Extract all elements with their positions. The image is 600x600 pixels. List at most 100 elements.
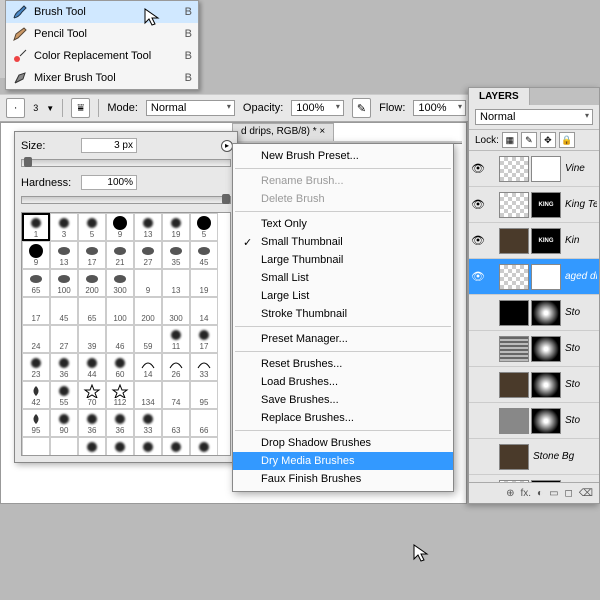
- brush-thumb[interactable]: 33: [190, 353, 218, 381]
- layer-row[interactable]: Stone Bg: [469, 439, 599, 475]
- brush-panel-toggle-icon[interactable]: ⩸: [71, 98, 90, 118]
- brush-thumb[interactable]: 134: [134, 381, 162, 409]
- brush-thumb[interactable]: 63: [162, 409, 190, 437]
- menu-item[interactable]: Faux Finish Brushes: [233, 470, 453, 488]
- brush-thumb[interactable]: 33: [134, 409, 162, 437]
- tablet-pressure-opacity-icon[interactable]: ✎: [352, 98, 371, 118]
- brush-thumb[interactable]: 90: [50, 409, 78, 437]
- brush-thumb[interactable]: 42: [22, 381, 50, 409]
- visibility-icon[interactable]: 👁: [471, 234, 485, 247]
- brush-thumb[interactable]: 45: [190, 241, 218, 269]
- brush-size-input[interactable]: 3 px: [81, 138, 137, 153]
- tool-item-pencil[interactable]: Pencil ToolB: [6, 23, 198, 45]
- brush-thumb[interactable]: 5: [78, 213, 106, 241]
- layer-row[interactable]: Sto: [469, 367, 599, 403]
- brush-thumb[interactable]: 60: [106, 353, 134, 381]
- lock-pixels-icon[interactable]: ✎: [521, 132, 537, 148]
- brush-thumb[interactable]: 100: [50, 269, 78, 297]
- brush-thumbnail-grid[interactable]: 1359131959131721273545651002003009131917…: [21, 212, 231, 456]
- layer-name[interactable]: Sto: [563, 343, 597, 354]
- lock-transparency-icon[interactable]: ▦: [502, 132, 518, 148]
- flow-input[interactable]: 100%: [413, 100, 466, 116]
- brush-thumb[interactable]: 55: [162, 437, 190, 456]
- layer-row[interactable]: 👁KINGking text: [469, 475, 599, 482]
- menu-item[interactable]: Reset Brushes...: [233, 355, 453, 373]
- brush-thumb[interactable]: 59: [134, 325, 162, 353]
- lock-position-icon[interactable]: ✥: [540, 132, 556, 148]
- brush-thumb[interactable]: 27: [134, 241, 162, 269]
- brush-thumb[interactable]: 26: [162, 353, 190, 381]
- layers-footer-icon[interactable]: ⊕: [506, 488, 514, 499]
- visibility-icon[interactable]: 👁: [471, 270, 485, 283]
- layer-name[interactable]: King Text Sha: [563, 199, 597, 210]
- brush-thumb[interactable]: 36: [106, 409, 134, 437]
- menu-item[interactable]: Stroke Thumbnail: [233, 305, 453, 323]
- layer-row[interactable]: Sto: [469, 331, 599, 367]
- layer-name[interactable]: Sto: [563, 379, 597, 390]
- brush-thumb[interactable]: 17: [22, 297, 50, 325]
- brush-thumb[interactable]: 46: [106, 325, 134, 353]
- brush-thumb[interactable]: 200: [134, 297, 162, 325]
- menu-item[interactable]: Large Thumbnail: [233, 251, 453, 269]
- layer-row[interactable]: 👁KINGKin: [469, 223, 599, 259]
- brush-thumb[interactable]: 36: [78, 409, 106, 437]
- brush-thumb[interactable]: 55: [50, 381, 78, 409]
- brush-thumb[interactable]: 45: [50, 297, 78, 325]
- menu-item[interactable]: Dry Media Brushes: [233, 452, 453, 470]
- brush-thumb[interactable]: 200: [78, 269, 106, 297]
- brush-thumb[interactable]: 95: [22, 409, 50, 437]
- brush-thumb[interactable]: 1: [22, 213, 50, 241]
- brush-thumb[interactable]: 17: [78, 241, 106, 269]
- brush-thumb[interactable]: 39: [22, 437, 50, 456]
- brush-thumb[interactable]: 35: [162, 241, 190, 269]
- layer-name[interactable]: Vine: [563, 163, 597, 174]
- menu-item[interactable]: Text Only: [233, 215, 453, 233]
- layer-name[interactable]: Sto: [563, 307, 597, 318]
- layer-row[interactable]: 👁KINGKing Text Sha: [469, 187, 599, 223]
- menu-item[interactable]: Drop Shadow Brushes: [233, 434, 453, 452]
- brush-thumb[interactable]: 48: [106, 437, 134, 456]
- brush-thumb[interactable]: 13: [134, 213, 162, 241]
- menu-item[interactable]: ✓Small Thumbnail: [233, 233, 453, 251]
- layer-row[interactable]: 👁aged drips: [469, 259, 599, 295]
- brush-thumb[interactable]: 44: [78, 353, 106, 381]
- brush-thumb[interactable]: 9: [22, 241, 50, 269]
- tool-item-brush[interactable]: Brush ToolB: [6, 1, 198, 23]
- layers-footer-icon[interactable]: fx.: [520, 488, 531, 499]
- layer-blend-mode-dropdown[interactable]: Normal: [475, 109, 593, 125]
- layer-name[interactable]: Sto: [563, 415, 597, 426]
- menu-item[interactable]: Large List: [233, 287, 453, 305]
- brush-thumb[interactable]: 100: [190, 437, 218, 456]
- brush-thumb[interactable]: 9: [106, 213, 134, 241]
- lock-all-icon[interactable]: 🔒: [559, 132, 575, 148]
- brush-thumb[interactable]: 65: [78, 297, 106, 325]
- brush-thumb[interactable]: 39: [78, 325, 106, 353]
- layers-footer-icon[interactable]: ◐: [537, 488, 543, 499]
- brush-thumb[interactable]: 24: [22, 325, 50, 353]
- visibility-icon[interactable]: 👁: [471, 198, 485, 211]
- brush-thumb[interactable]: 112: [106, 381, 134, 409]
- brush-thumb[interactable]: 17: [190, 325, 218, 353]
- brush-thumb[interactable]: 13: [162, 269, 190, 297]
- tool-item-color-replace[interactable]: Color Replacement ToolB: [6, 45, 198, 67]
- brush-thumb[interactable]: 23: [22, 353, 50, 381]
- brush-thumb[interactable]: 5: [190, 213, 218, 241]
- brush-thumb[interactable]: 14: [134, 353, 162, 381]
- brush-hardness-input[interactable]: 100%: [81, 175, 137, 190]
- menu-item[interactable]: Preset Manager...: [233, 330, 453, 348]
- brush-thumb[interactable]: 65: [22, 269, 50, 297]
- menu-item[interactable]: Replace Brushes...: [233, 409, 453, 427]
- visibility-icon[interactable]: 👁: [471, 162, 485, 175]
- brush-thumb[interactable]: 66: [190, 409, 218, 437]
- menu-item[interactable]: Save Brushes...: [233, 391, 453, 409]
- layers-footer-icon[interactable]: ⌫: [579, 488, 593, 499]
- tool-item-mixer[interactable]: Mixer Brush ToolB: [6, 67, 198, 89]
- brush-thumb[interactable]: 74: [162, 381, 190, 409]
- brush-thumb[interactable]: 19: [190, 269, 218, 297]
- brush-thumb[interactable]: 300: [162, 297, 190, 325]
- brush-thumb[interactable]: 63: [50, 437, 78, 456]
- brush-thumb[interactable]: 300: [106, 269, 134, 297]
- brush-thumb[interactable]: 11: [78, 437, 106, 456]
- brush-thumb[interactable]: 32: [134, 437, 162, 456]
- layer-row[interactable]: Sto: [469, 295, 599, 331]
